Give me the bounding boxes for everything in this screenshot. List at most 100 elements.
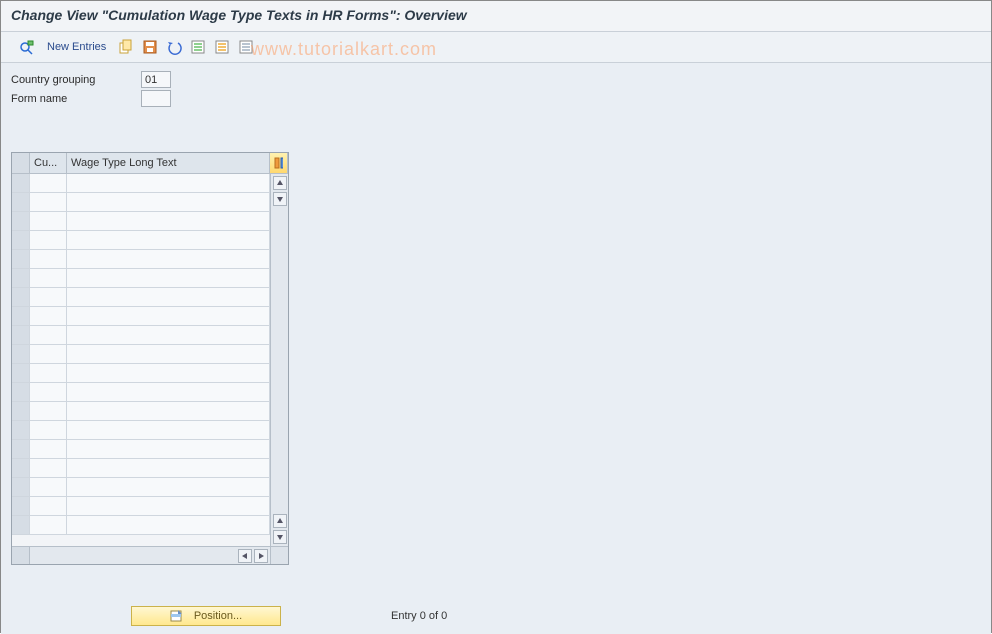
- cell-wagetype[interactable]: [67, 421, 270, 439]
- delimit-icon[interactable]: [236, 37, 256, 57]
- toggle-view-icon[interactable]: [17, 37, 37, 57]
- cell-cumulation[interactable]: [30, 269, 67, 287]
- table-row[interactable]: [12, 459, 270, 478]
- cell-cumulation[interactable]: [30, 250, 67, 268]
- table-row[interactable]: [12, 516, 270, 535]
- cell-wagetype[interactable]: [67, 383, 270, 401]
- cell-wagetype[interactable]: [67, 231, 270, 249]
- cell-wagetype[interactable]: [67, 459, 270, 477]
- cell-wagetype[interactable]: [67, 288, 270, 306]
- scroll-down-small-icon[interactable]: [273, 192, 287, 206]
- cell-wagetype[interactable]: [67, 516, 270, 534]
- row-selector[interactable]: [12, 440, 30, 458]
- cell-cumulation[interactable]: [30, 459, 67, 477]
- scroll-right-icon[interactable]: [254, 549, 268, 563]
- cell-wagetype[interactable]: [67, 478, 270, 496]
- row-selector[interactable]: [12, 459, 30, 477]
- table-row[interactable]: [12, 326, 270, 345]
- row-selector[interactable]: [12, 478, 30, 496]
- new-entries-button[interactable]: New Entries: [41, 37, 112, 57]
- row-selector[interactable]: [12, 307, 30, 325]
- scroll-left-icon[interactable]: [238, 549, 252, 563]
- table-row[interactable]: [12, 250, 270, 269]
- cell-wagetype[interactable]: [67, 250, 270, 268]
- grid-select-all[interactable]: [12, 153, 30, 173]
- cell-cumulation[interactable]: [30, 497, 67, 515]
- cell-cumulation[interactable]: [30, 288, 67, 306]
- save-icon[interactable]: [140, 37, 160, 57]
- cell-cumulation[interactable]: [30, 345, 67, 363]
- table-row[interactable]: [12, 440, 270, 459]
- cell-cumulation[interactable]: [30, 326, 67, 344]
- cell-cumulation[interactable]: [30, 402, 67, 420]
- table-row[interactable]: [12, 212, 270, 231]
- cell-wagetype[interactable]: [67, 402, 270, 420]
- cell-wagetype[interactable]: [67, 326, 270, 344]
- select-all-icon[interactable]: [188, 37, 208, 57]
- row-selector[interactable]: [12, 250, 30, 268]
- grid-col-wagetype[interactable]: Wage Type Long Text: [67, 153, 270, 173]
- row-selector[interactable]: [12, 421, 30, 439]
- table-row[interactable]: [12, 345, 270, 364]
- row-selector[interactable]: [12, 364, 30, 382]
- cell-wagetype[interactable]: [67, 307, 270, 325]
- cell-wagetype[interactable]: [67, 174, 270, 192]
- cell-wagetype[interactable]: [67, 440, 270, 458]
- table-row[interactable]: [12, 383, 270, 402]
- table-row[interactable]: [12, 364, 270, 383]
- row-selector[interactable]: [12, 516, 30, 534]
- undo-icon[interactable]: [164, 37, 184, 57]
- deselect-icon[interactable]: [212, 37, 232, 57]
- table-row[interactable]: [12, 421, 270, 440]
- table-row[interactable]: [12, 174, 270, 193]
- horizontal-scrollbar[interactable]: [30, 547, 270, 564]
- table-row[interactable]: [12, 193, 270, 212]
- grid-configure-icon[interactable]: [270, 153, 288, 173]
- cell-wagetype[interactable]: [67, 364, 270, 382]
- row-selector[interactable]: [12, 174, 30, 192]
- cell-cumulation[interactable]: [30, 440, 67, 458]
- grid-body: [12, 174, 288, 546]
- cell-wagetype[interactable]: [67, 212, 270, 230]
- cell-cumulation[interactable]: [30, 516, 67, 534]
- table-row[interactable]: [12, 307, 270, 326]
- cell-cumulation[interactable]: [30, 478, 67, 496]
- row-selector[interactable]: [12, 288, 30, 306]
- table-row[interactable]: [12, 497, 270, 516]
- table-row[interactable]: [12, 478, 270, 497]
- cell-wagetype[interactable]: [67, 269, 270, 287]
- scroll-up-small-icon[interactable]: [273, 514, 287, 528]
- cell-cumulation[interactable]: [30, 174, 67, 192]
- row-selector[interactable]: [12, 345, 30, 363]
- table-row[interactable]: [12, 288, 270, 307]
- copy-icon[interactable]: [116, 37, 136, 57]
- table-row[interactable]: [12, 269, 270, 288]
- cell-cumulation[interactable]: [30, 231, 67, 249]
- cell-wagetype[interactable]: [67, 193, 270, 211]
- cell-cumulation[interactable]: [30, 212, 67, 230]
- vertical-scrollbar[interactable]: [270, 174, 288, 546]
- cell-cumulation[interactable]: [30, 364, 67, 382]
- row-selector[interactable]: [12, 497, 30, 515]
- row-selector[interactable]: [12, 383, 30, 401]
- cell-cumulation[interactable]: [30, 421, 67, 439]
- row-selector[interactable]: [12, 193, 30, 211]
- cell-cumulation[interactable]: [30, 193, 67, 211]
- table-row[interactable]: [12, 231, 270, 250]
- grid-col-cumulation[interactable]: Cu...: [30, 153, 67, 173]
- cell-wagetype[interactable]: [67, 345, 270, 363]
- form-name-field[interactable]: [141, 90, 171, 107]
- cell-wagetype[interactable]: [67, 497, 270, 515]
- scroll-down-icon[interactable]: [273, 530, 287, 544]
- row-selector[interactable]: [12, 269, 30, 287]
- cell-cumulation[interactable]: [30, 383, 67, 401]
- row-selector[interactable]: [12, 231, 30, 249]
- scroll-up-icon[interactable]: [273, 176, 287, 190]
- cell-cumulation[interactable]: [30, 307, 67, 325]
- country-grouping-field[interactable]: [141, 71, 171, 88]
- row-selector[interactable]: [12, 212, 30, 230]
- row-selector[interactable]: [12, 326, 30, 344]
- table-row[interactable]: [12, 402, 270, 421]
- row-selector[interactable]: [12, 402, 30, 420]
- position-button[interactable]: Position...: [131, 606, 281, 626]
